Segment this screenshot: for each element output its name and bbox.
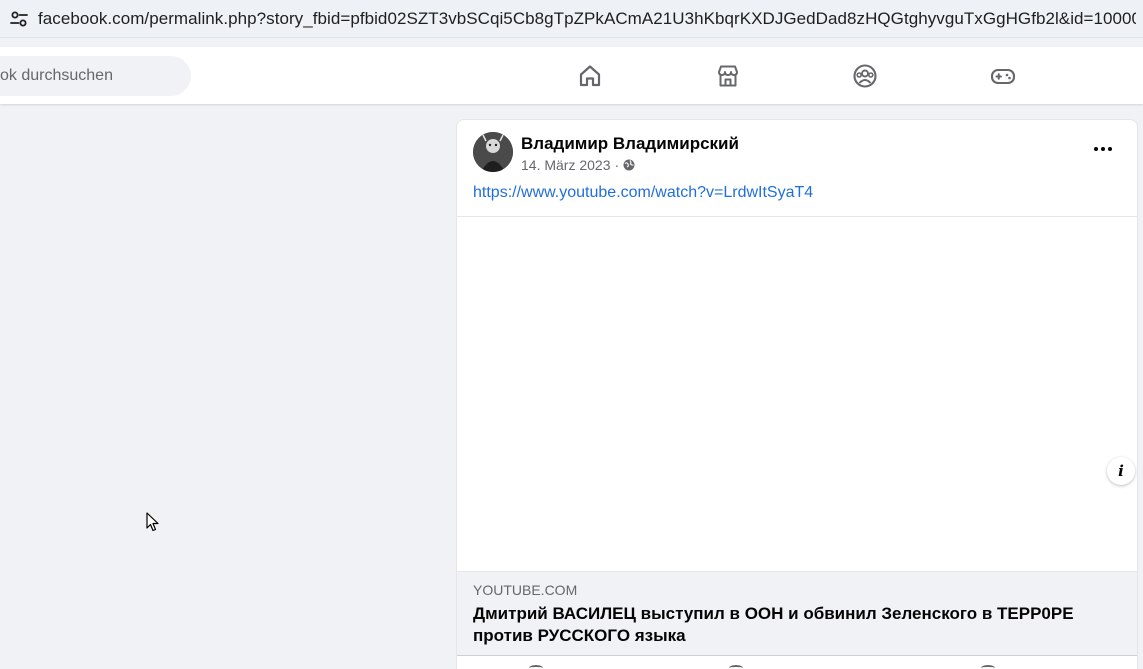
nav-home-button[interactable]	[550, 51, 630, 101]
profile-photo-icon	[473, 132, 513, 172]
globe-icon	[623, 159, 635, 171]
marketplace-icon	[718, 65, 738, 87]
link-preview-media[interactable]	[457, 216, 1137, 571]
search-box[interactable]	[0, 56, 191, 96]
url-field[interactable]: facebook.com/permalink.php?story_fbid=pf…	[38, 9, 1136, 29]
author-name[interactable]: Владимир Владимирский	[521, 134, 739, 154]
nav-gaming-button[interactable]	[963, 51, 1043, 101]
browser-address-bar: facebook.com/permalink.php?story_fbid=pf…	[0, 0, 1143, 38]
tune-icon	[10, 11, 28, 26]
post-link[interactable]: https://www.youtube.com/watch?v=LrdwItSy…	[473, 184, 813, 202]
post-meta: 14. März 2023 ·	[521, 157, 635, 173]
gaming-icon	[990, 68, 1016, 85]
post-date[interactable]: 14. März 2023	[521, 157, 611, 173]
site-info-button[interactable]	[0, 0, 38, 38]
comment-button[interactable]	[729, 665, 743, 669]
post-options-button[interactable]	[1085, 137, 1121, 161]
more-dot-icon	[1094, 147, 1098, 151]
mouse-cursor-icon	[146, 512, 159, 532]
nav-marketplace-button[interactable]	[688, 51, 768, 101]
link-domain: YOUTUBE.COM	[473, 582, 578, 598]
top-navigation	[0, 47, 1143, 104]
more-dot-icon	[1101, 147, 1105, 151]
like-button[interactable]	[529, 665, 543, 669]
groups-icon	[853, 64, 877, 88]
info-icon[interactable]: i	[1107, 457, 1135, 485]
more-dot-icon	[1108, 147, 1112, 151]
share-button[interactable]	[981, 665, 995, 669]
link-preview-info[interactable]: YOUTUBE.COM Дмитрий ВАСИЛЕЦ выступил в О…	[457, 571, 1137, 656]
link-title: Дмитрий ВАСИЛЕЦ выступил в ООН и обвинил…	[473, 604, 1074, 645]
author-avatar[interactable]	[473, 132, 513, 172]
home-icon	[579, 65, 601, 87]
search-input[interactable]	[0, 67, 185, 85]
meta-separator: ·	[614, 157, 620, 173]
post-card: Владимир Владимирский 14. März 2023 · ht…	[456, 119, 1138, 669]
nav-groups-button[interactable]	[825, 51, 905, 101]
